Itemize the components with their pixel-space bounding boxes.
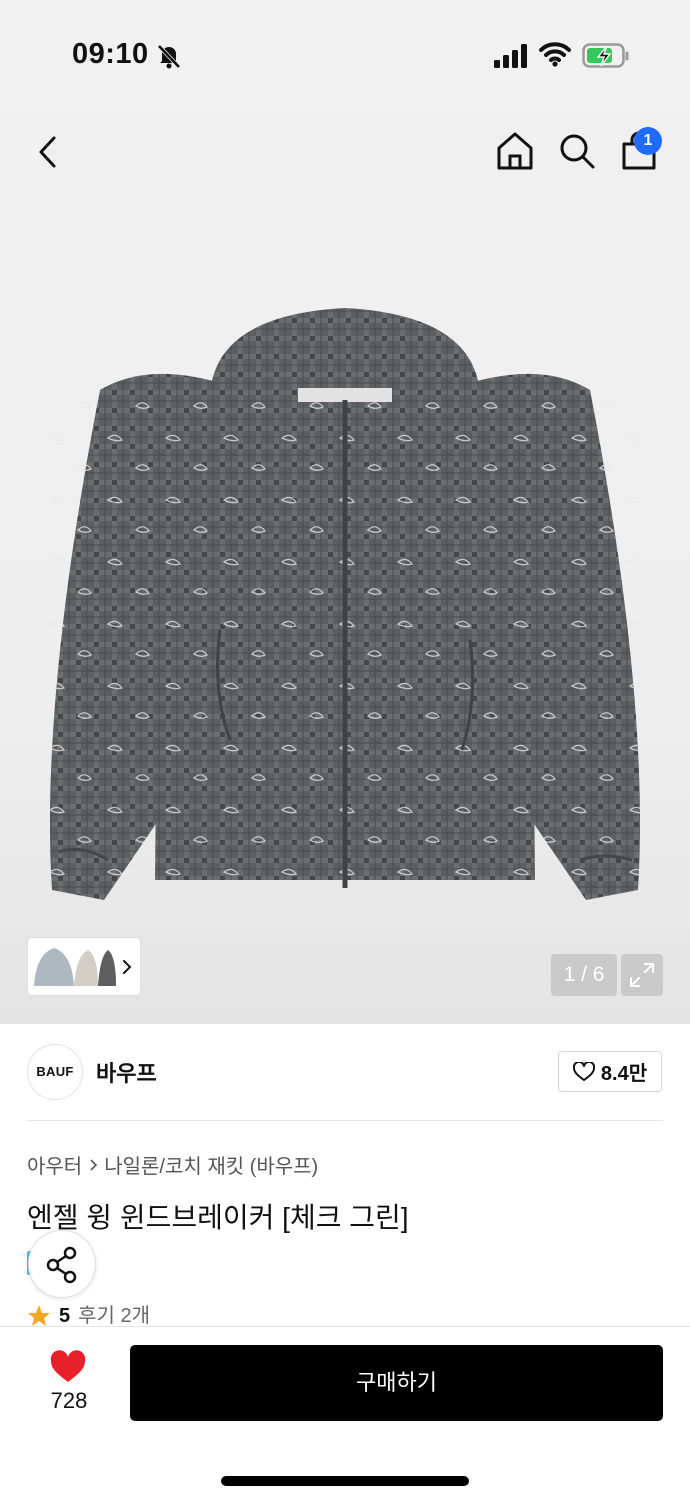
wifi-icon (539, 42, 571, 67)
breadcrumb-item[interactable]: 나일론/코치 재킷 (바우프) (104, 1150, 318, 1179)
back-icon[interactable] (30, 130, 70, 174)
brand-name[interactable]: 바우프 (96, 1056, 157, 1088)
expand-icon (630, 963, 654, 987)
cart-count-badge: 1 (634, 127, 662, 155)
wish-count: 728 (50, 1388, 88, 1413)
home-indicator[interactable] (221, 1476, 469, 1486)
breadcrumb-chevron-icon (90, 1158, 98, 1171)
breadcrumb-item[interactable]: 아우터 (27, 1150, 82, 1179)
review-count: 후기 2개 (78, 1305, 151, 1327)
heart-icon[interactable] (49, 1350, 87, 1384)
home-icon[interactable] (494, 130, 536, 172)
buy-button[interactable]: 구매하기 (130, 1345, 663, 1421)
heart-outline-icon (572, 1061, 595, 1081)
star-icon (28, 1305, 50, 1326)
rating-row[interactable]: 5 후기 2개 (27, 1304, 150, 1328)
divider (27, 1120, 663, 1121)
page-indicator: 1 / 6 (551, 954, 617, 996)
bell-off-icon (157, 44, 181, 69)
status-time: 09:10 (72, 38, 149, 70)
status-bar: 09:10 (0, 0, 690, 110)
product-image[interactable] (40, 300, 650, 900)
brand-like-count: 8.4만 (600, 1063, 648, 1085)
brand-like-button[interactable]: 8.4만 (558, 1051, 662, 1092)
search-icon[interactable] (556, 130, 598, 172)
share-button[interactable] (28, 1230, 96, 1298)
expand-button[interactable] (621, 954, 663, 996)
brand-logo[interactable]: BAUF (27, 1044, 83, 1100)
chevron-right-icon[interactable] (120, 957, 134, 977)
battery-charging-icon (582, 43, 629, 68)
share-icon (46, 1246, 77, 1284)
product-title: 엔젤 윙 윈드브레이커 [체크 그린] (27, 1202, 409, 1233)
breadcrumb: 아우터 나일론/코치 재킷 (바우프) (27, 1150, 318, 1179)
rating-score: 5 (59, 1305, 71, 1327)
signal-icon (494, 44, 527, 68)
